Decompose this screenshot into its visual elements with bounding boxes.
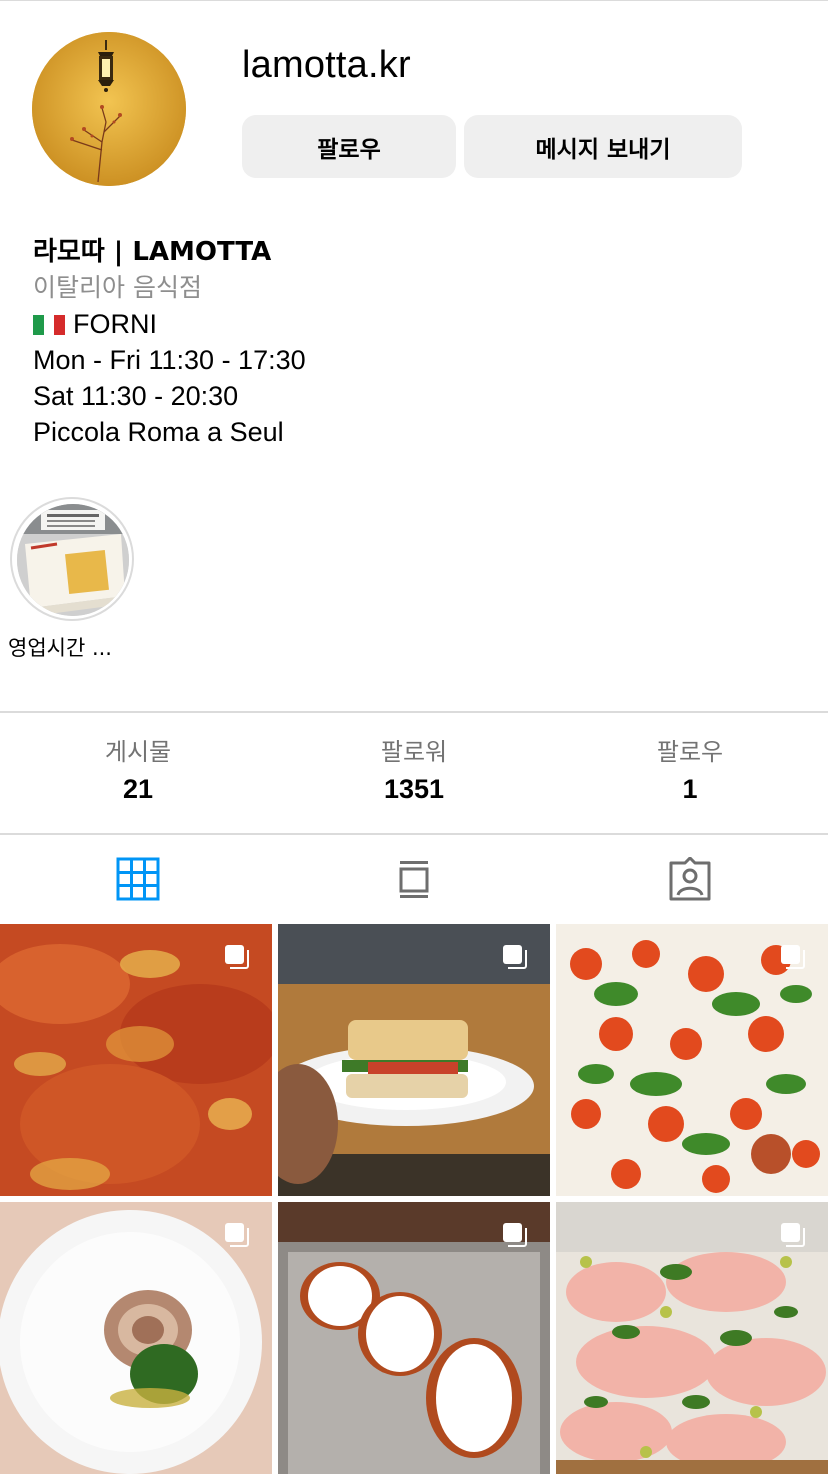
bio-weekday-hours: Mon - Fri 11:30 - 17:30 <box>33 345 306 375</box>
stats-bottom-divider <box>0 833 828 835</box>
follow-button[interactable]: 팔로우 <box>242 115 456 178</box>
multiple-photos-icon <box>781 1223 805 1247</box>
feed-icon <box>399 861 429 898</box>
post-tile-2[interactable] <box>278 924 550 1196</box>
stat-posts-count: 21 <box>122 774 154 804</box>
story-highlight-label: 영업시간 ... <box>8 636 112 660</box>
post-tile-6[interactable] <box>556 1202 828 1474</box>
bio-saturday-hours: Sat 11:30 - 20:30 <box>33 381 239 411</box>
bio-forni-line: FORNI <box>33 306 793 342</box>
bio-category[interactable]: 이탈리아 음식점 <box>33 270 793 306</box>
story-highlight-cover[interactable] <box>17 504 129 616</box>
post-tile-5[interactable] <box>278 1202 550 1474</box>
stats-top-divider <box>0 711 828 713</box>
stat-followers-label: 팔로워 <box>380 738 448 766</box>
multiple-photos-icon <box>225 945 249 969</box>
multiple-photos-icon <box>781 945 805 969</box>
avatar-lamp-image <box>32 32 186 186</box>
multiple-photos-icon <box>225 1223 249 1247</box>
bio-tagline: Piccola Roma a Seul <box>33 417 284 447</box>
multiple-photos-icon <box>503 945 527 969</box>
profile-bio: 라모따 | LAMOTTA 이탈리아 음식점 FORNI Mon - Fri 1… <box>33 234 793 450</box>
grid-icon <box>116 857 160 901</box>
stat-following[interactable]: 팔로우 1 <box>552 735 828 807</box>
stat-posts[interactable]: 게시물 21 <box>0 735 276 807</box>
stat-following-count: 1 <box>682 774 698 804</box>
tab-grid[interactable] <box>116 857 160 901</box>
top-divider <box>0 0 828 1</box>
stat-following-label: 팔로우 <box>656 738 724 766</box>
bio-name: 라모따 | LAMOTTA <box>33 237 272 267</box>
post-tile-1[interactable] <box>0 924 272 1196</box>
post-tile-4[interactable] <box>0 1202 272 1474</box>
profile-avatar[interactable] <box>32 32 186 186</box>
stat-followers-count: 1351 <box>383 774 445 804</box>
multiple-photos-icon <box>503 1223 527 1247</box>
italy-flag-icon <box>33 308 65 335</box>
tab-feed[interactable] <box>392 857 436 901</box>
post-tile-3[interactable] <box>556 924 828 1196</box>
message-button[interactable]: 메시지 보내기 <box>464 115 742 178</box>
tab-tagged[interactable] <box>668 856 712 901</box>
bio-forni-text: FORNI <box>73 309 157 339</box>
tagged-icon <box>669 856 711 901</box>
profile-username: lamotta.kr <box>242 44 411 86</box>
stat-followers[interactable]: 팔로워 1351 <box>276 735 552 807</box>
stat-posts-label: 게시물 <box>104 738 172 766</box>
highlight-pizza-box-image <box>17 504 129 616</box>
